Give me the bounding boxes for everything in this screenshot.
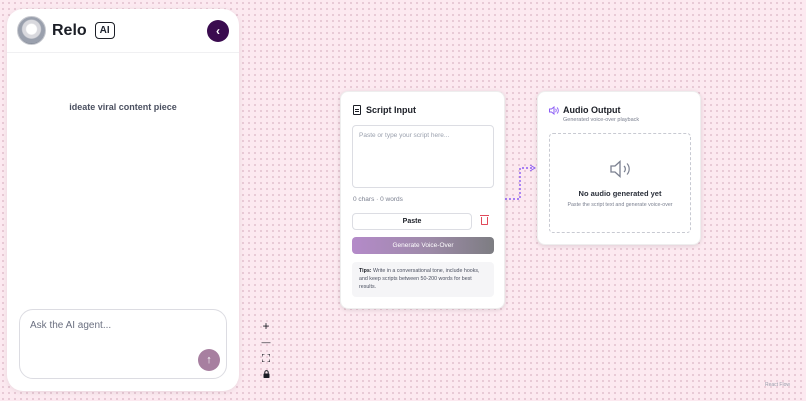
audio-output-node[interactable]: Audio Output Generated voice-over playba… xyxy=(537,91,701,245)
char-word-count: 0 chars · 0 words xyxy=(353,196,403,203)
script-node-title: Script Input xyxy=(366,105,416,115)
tips-box: Tips: Write in a conversational tone, in… xyxy=(352,262,494,297)
no-audio-hint: Paste the script text and generate voice… xyxy=(567,202,673,208)
react-flow-attribution[interactable]: React Flow xyxy=(765,382,790,388)
paste-button[interactable]: Paste xyxy=(352,213,472,230)
audio-empty-state: No audio generated yet Paste the script … xyxy=(549,133,691,233)
tips-text: Write in a conversational tone, include … xyxy=(359,268,480,290)
audio-node-subtitle: Generated voice-over playback xyxy=(563,117,640,123)
document-icon xyxy=(353,105,361,115)
trash-icon[interactable] xyxy=(480,215,489,225)
generate-voice-over-button[interactable]: Generate Voice-Over xyxy=(352,237,494,254)
script-input-node[interactable]: Script Input 0 chars · 0 words Paste Gen… xyxy=(340,91,505,309)
script-node-header: Script Input xyxy=(353,105,416,115)
tips-label: Tips: xyxy=(359,268,372,274)
audio-node-header: Audio Output xyxy=(549,105,620,115)
speaker-icon xyxy=(549,105,559,115)
script-textarea[interactable] xyxy=(352,125,494,188)
speaker-large-icon xyxy=(610,160,630,178)
no-audio-text: No audio generated yet xyxy=(578,189,662,198)
audio-node-title: Audio Output xyxy=(563,105,621,115)
